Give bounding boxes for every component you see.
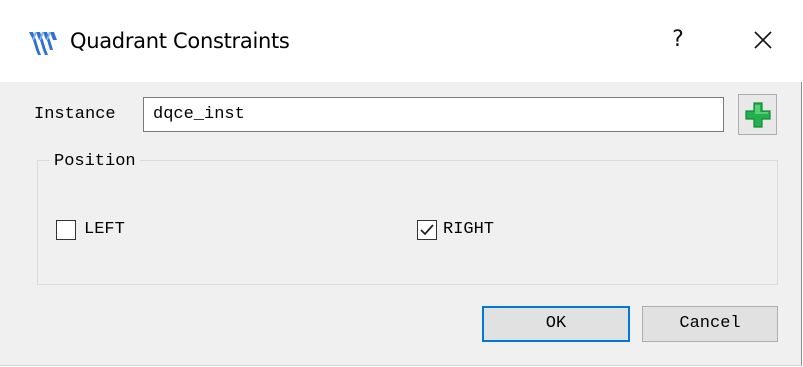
right-checkbox[interactable] <box>417 220 437 240</box>
window-title: Quadrant Constraints <box>70 29 290 53</box>
quadrant-constraints-dialog: Quadrant Constraints ? Instance dqce_ins… <box>0 0 802 366</box>
cancel-button[interactable]: Cancel <box>642 306 778 342</box>
title-bar: Quadrant Constraints ? <box>0 0 802 82</box>
position-groupbox <box>37 160 778 285</box>
instance-input[interactable]: dqce_inst <box>143 97 724 132</box>
instance-label: Instance <box>34 105 116 124</box>
left-checkbox[interactable] <box>56 220 76 240</box>
add-instance-button[interactable] <box>738 94 777 135</box>
right-checkbox-label[interactable]: RIGHT <box>443 219 494 241</box>
close-icon <box>740 31 786 64</box>
close-button[interactable] <box>740 20 786 60</box>
help-button[interactable]: ? <box>655 20 701 60</box>
gowin-logo-icon <box>27 28 59 56</box>
left-checkbox-label[interactable]: LEFT <box>84 219 125 241</box>
position-group-title: Position <box>50 152 140 172</box>
ok-button[interactable]: OK <box>482 306 630 342</box>
